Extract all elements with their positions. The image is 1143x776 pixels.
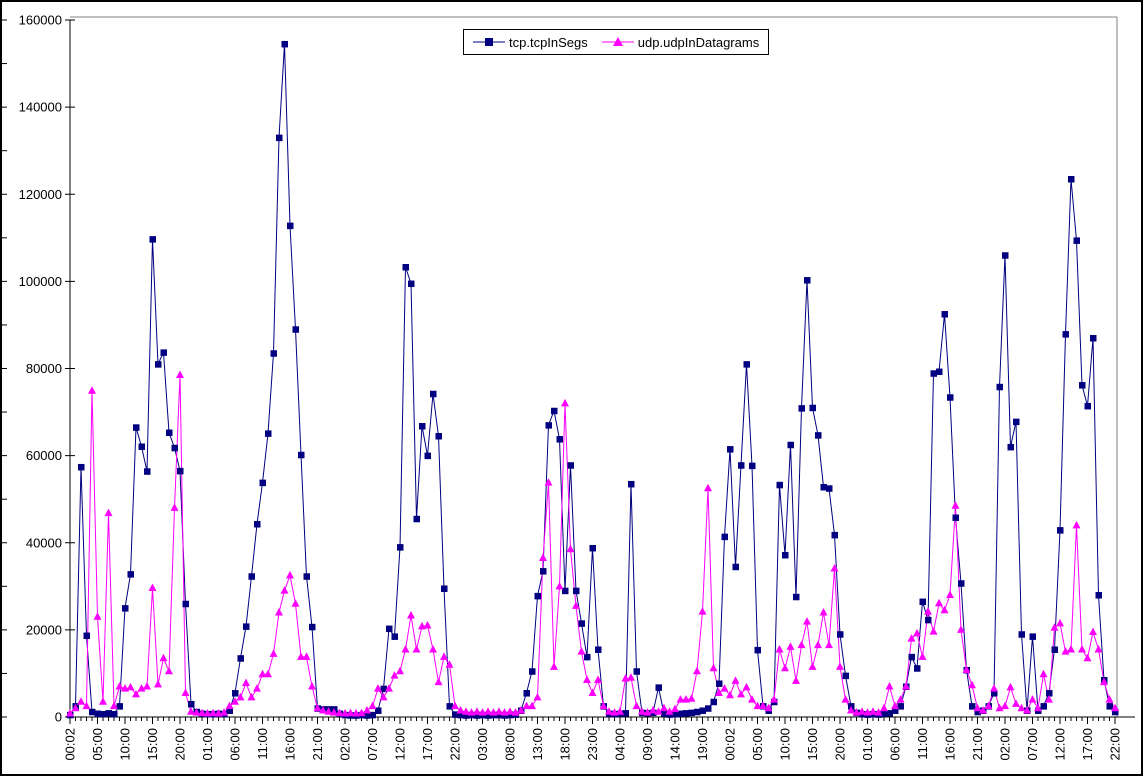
tcp-series-sample-icon [473, 37, 505, 47]
svg-text:21:00: 21:00 [310, 728, 325, 761]
svg-text:12:00: 12:00 [393, 728, 408, 761]
svg-text:120000: 120000 [19, 187, 62, 202]
svg-text:06:00: 06:00 [888, 728, 903, 761]
svg-text:05:00: 05:00 [90, 728, 105, 761]
svg-text:00:02: 00:02 [63, 728, 78, 761]
legend-label-tcp: tcp.tcpInSegs [509, 35, 588, 50]
svg-text:11:00: 11:00 [915, 728, 930, 760]
svg-text:140000: 140000 [19, 100, 62, 115]
svg-text:18:00: 18:00 [558, 728, 573, 761]
svg-text:22:00: 22:00 [448, 728, 463, 761]
svg-text:17:00: 17:00 [1080, 728, 1095, 761]
chart-frame: 0 20000 40000 60000 80000 100000 120000 140000 1… [0, 0, 1143, 776]
svg-text:09:00: 09:00 [640, 728, 655, 761]
svg-text:07:00: 07:00 [1025, 728, 1040, 761]
svg-text:07:00: 07:00 [365, 728, 380, 761]
svg-text:00:02: 00:02 [723, 728, 738, 761]
svg-text:05:00: 05:00 [750, 728, 765, 761]
svg-text:16:00: 16:00 [283, 728, 298, 761]
svg-text:22:00: 22:00 [1108, 728, 1123, 761]
svg-text:20:00: 20:00 [173, 728, 188, 761]
svg-text:20:00: 20:00 [833, 728, 848, 761]
svg-text:17:00: 17:00 [420, 728, 435, 761]
svg-text:160000: 160000 [19, 13, 62, 28]
line-chart-plot: 0 20000 40000 60000 80000 100000 120000 140000 1… [2, 2, 1141, 774]
svg-text:40000: 40000 [26, 535, 62, 550]
svg-text:04:00: 04:00 [613, 728, 628, 761]
svg-text:16:00: 16:00 [943, 728, 958, 761]
svg-text:20000: 20000 [26, 622, 62, 637]
svg-text:08:00: 08:00 [503, 728, 518, 761]
svg-text:80000: 80000 [26, 361, 62, 376]
legend[interactable]: tcp.tcpInSegs udp.udpInDatagrams [463, 29, 769, 55]
udp-series-sample-icon [602, 37, 634, 47]
svg-text:14:00: 14:00 [668, 728, 683, 761]
svg-text:15:00: 15:00 [805, 728, 820, 761]
svg-text:23:00: 23:00 [585, 728, 600, 761]
svg-text:13:00: 13:00 [530, 728, 545, 761]
legend-item-tcp[interactable]: tcp.tcpInSegs [473, 35, 588, 50]
svg-text:01:00: 01:00 [200, 728, 215, 761]
svg-text:11:00: 11:00 [255, 728, 270, 760]
svg-text:21:00: 21:00 [970, 728, 985, 761]
svg-text:06:00: 06:00 [228, 728, 243, 761]
svg-text:10:00: 10:00 [778, 728, 793, 761]
legend-item-udp[interactable]: udp.udpInDatagrams [602, 35, 759, 50]
svg-text:100000: 100000 [19, 274, 62, 289]
svg-text:02:00: 02:00 [998, 728, 1013, 761]
svg-text:01:00: 01:00 [860, 728, 875, 761]
svg-text:02:00: 02:00 [338, 728, 353, 761]
svg-text:03:00: 03:00 [475, 728, 490, 761]
svg-text:15:00: 15:00 [145, 728, 160, 761]
svg-text:19:00: 19:00 [695, 728, 710, 761]
svg-text:10:00: 10:00 [118, 728, 133, 761]
svg-text:0: 0 [55, 710, 62, 725]
legend-label-udp: udp.udpInDatagrams [638, 35, 759, 50]
svg-text:12:00: 12:00 [1053, 728, 1068, 761]
svg-text:60000: 60000 [26, 448, 62, 463]
